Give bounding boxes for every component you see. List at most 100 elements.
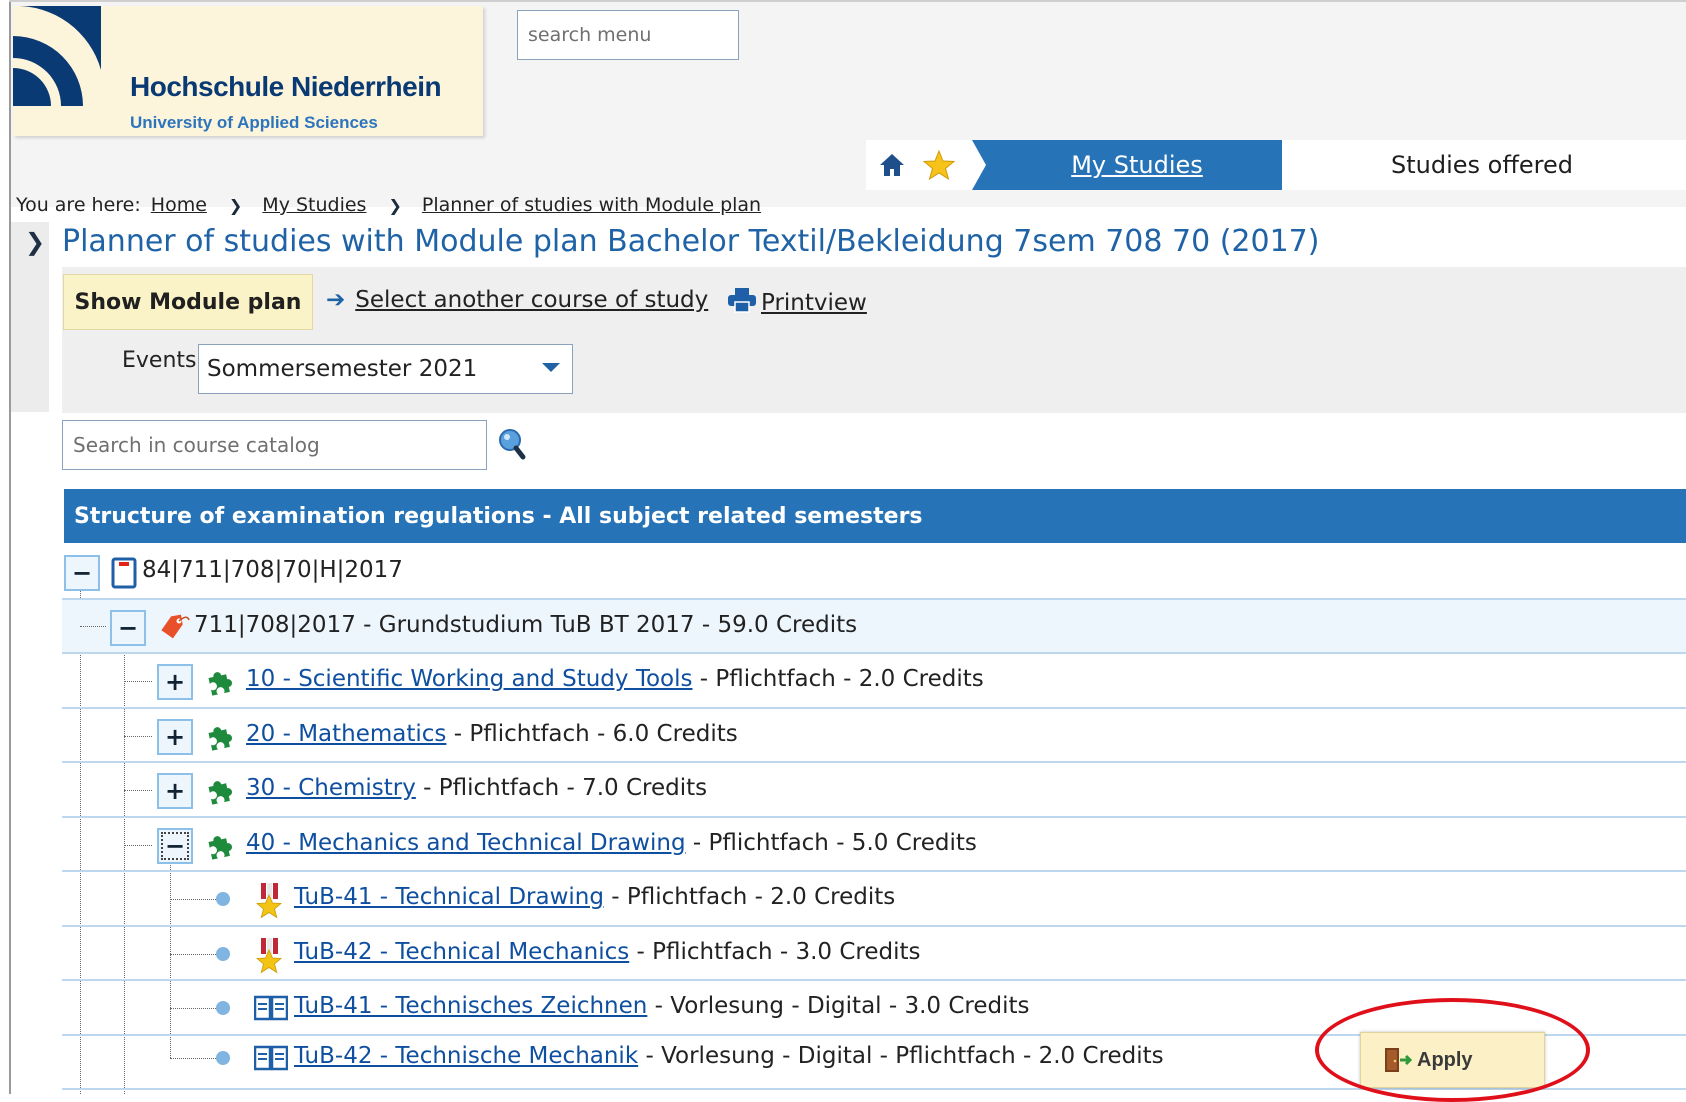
arrow-right-icon: ➔ <box>326 287 346 313</box>
course-label: TuB-42 - Technische Mechanik - Vorlesung… <box>294 1043 1164 1069</box>
book-icon <box>254 1045 288 1071</box>
course-label: TuB-41 - Technisches Zeichnen - Vorlesun… <box>294 993 1030 1019</box>
window-left-border <box>9 0 11 1094</box>
tree-line <box>80 626 106 627</box>
select-course-label[interactable]: Select another course of study <box>355 287 708 313</box>
tree-line <box>124 790 152 791</box>
tree-line <box>124 736 152 737</box>
course-details: - Vorlesung - Digital - Pflichtfach - 2.… <box>638 1043 1164 1069</box>
bullet-dot <box>216 947 230 961</box>
breadcrumb: You are here: Home ❯ My Studies ❯ Planne… <box>16 194 761 216</box>
chevron-right-icon: ❯ <box>388 195 402 215</box>
course-link[interactable]: TuB-41 - Technisches Zeichnen <box>294 993 647 1019</box>
module-link[interactable]: 30 - Chemistry <box>246 775 416 801</box>
expand-toggle[interactable]: + <box>157 664 193 700</box>
module-row: + 30 - Chemistry - Pflichtfach - 7.0 Cre… <box>62 763 1686 818</box>
module-link[interactable]: 10 - Scientific Working and Study Tools <box>246 666 692 692</box>
module-label: 30 - Chemistry - Pflichtfach - 7.0 Credi… <box>246 775 707 801</box>
module-label: 10 - Scientific Working and Study Tools … <box>246 666 984 692</box>
chevron-down-icon <box>542 363 560 372</box>
bullet-dot <box>216 1051 230 1065</box>
course-row: TuB-41 - Technical Drawing - Pflichtfach… <box>62 872 1686 927</box>
expand-toggle[interactable]: + <box>157 719 193 755</box>
module-row: + 10 - Scientific Working and Study Tool… <box>62 654 1686 709</box>
course-details: - Pflichtfach - 3.0 Credits <box>629 939 921 965</box>
module-label: 40 - Mechanics and Technical Drawing - P… <box>246 830 977 856</box>
tab-my-studies[interactable]: My Studies <box>972 140 1282 190</box>
printview-link[interactable]: Printview <box>727 287 867 316</box>
sidebar-toggle[interactable]: ❯ <box>11 222 49 412</box>
university-logo[interactable]: Hochschule Niederrhein University of App… <box>13 6 483 136</box>
module-row: − 40 - Mechanics and Technical Drawing -… <box>62 818 1686 872</box>
module-details: - Pflichtfach - 5.0 Credits <box>685 830 977 856</box>
tree-line <box>170 899 216 900</box>
breadcrumb-planner[interactable]: Planner of studies with Module plan <box>422 194 761 216</box>
breadcrumb-my-studies[interactable]: My Studies <box>262 194 366 216</box>
tree-line <box>170 1008 216 1009</box>
module-details: - Pflichtfach - 2.0 Credits <box>692 666 984 692</box>
show-module-plan-button[interactable]: Show Module plan <box>63 274 313 330</box>
main-navigation: My Studies Studies offered <box>866 140 1686 190</box>
puzzle-icon <box>208 727 232 751</box>
expand-toggle[interactable]: + <box>157 773 193 809</box>
course-link[interactable]: TuB-42 - Technical Mechanics <box>294 939 629 965</box>
select-course-link[interactable]: ➔ Select another course of study <box>326 287 708 313</box>
collapse-toggle[interactable]: − <box>157 828 193 864</box>
award-icon <box>255 938 283 974</box>
module-details: - Pflichtfach - 7.0 Credits <box>415 775 708 801</box>
menu-search-input[interactable] <box>517 10 739 60</box>
course-details: - Pflichtfach - 2.0 Credits <box>603 884 896 910</box>
collapse-toggle[interactable]: − <box>110 610 146 646</box>
events-selected-value: Sommersemester 2021 <box>207 356 478 382</box>
module-link[interactable]: 40 - Mechanics and Technical Drawing <box>246 830 686 856</box>
puzzle-icon <box>208 672 232 696</box>
module-link[interactable]: 20 - Mathematics <box>246 721 446 747</box>
tree-root-label: 84|711|708|70|H|2017 <box>142 557 403 583</box>
chevron-right-icon: ❯ <box>25 228 46 256</box>
tree-group-row: − 711|708|2017 - Grundstudium TuB BT 201… <box>62 600 1686 654</box>
tree-line <box>170 1058 216 1059</box>
tab-studies-offered[interactable]: Studies offered <box>1282 140 1682 190</box>
course-row: TuB-42 - Technical Mechanics - Pflichtfa… <box>62 927 1686 981</box>
events-semester-select[interactable]: Sommersemester 2021 <box>198 344 573 394</box>
page-title: Planner of studies with Module plan Bach… <box>62 224 1320 259</box>
star-icon[interactable] <box>922 149 956 181</box>
breadcrumb-home[interactable]: Home <box>151 194 207 216</box>
regulations-book-icon <box>111 557 137 589</box>
book-icon <box>254 995 288 1021</box>
catalog-search-input[interactable] <box>62 420 487 470</box>
module-label: 20 - Mathematics - Pflichtfach - 6.0 Cre… <box>246 721 738 747</box>
logo-title: Hochschule Niederrhein <box>130 71 442 102</box>
bullet-dot <box>216 1001 230 1015</box>
printer-icon <box>728 288 756 313</box>
structure-header: Structure of examination regulations - A… <box>64 489 1686 543</box>
events-label: Events <box>122 348 197 373</box>
tag-icon <box>161 614 190 639</box>
puzzle-icon <box>208 836 232 860</box>
course-link[interactable]: TuB-41 - Technical Drawing <box>294 884 604 910</box>
award-icon <box>255 883 283 919</box>
course-link[interactable]: TuB-42 - Technische Mechanik <box>294 1043 638 1069</box>
bullet-dot <box>216 892 230 906</box>
module-details: - Pflichtfach - 6.0 Credits <box>446 721 738 747</box>
annotation-highlight-oval <box>1315 998 1590 1102</box>
breadcrumb-prefix: You are here: <box>16 194 141 216</box>
tree-line <box>124 681 152 682</box>
tree-root-row: − 84|711|708|70|H|2017 <box>62 545 1686 600</box>
module-row: + 20 - Mathematics - Pflichtfach - 6.0 C… <box>62 709 1686 763</box>
tree-line <box>170 954 216 955</box>
collapse-toggle[interactable]: − <box>64 555 100 591</box>
chevron-right-icon: ❯ <box>228 195 243 215</box>
search-icon[interactable] <box>497 427 527 461</box>
course-label: TuB-41 - Technical Drawing - Pflichtfach… <box>294 884 895 910</box>
course-details: - Vorlesung - Digital - 3.0 Credits <box>647 993 1030 1019</box>
logo-subtitle: University of Applied Sciences <box>130 113 378 132</box>
tree-group-label: 711|708|2017 - Grundstudium TuB BT 2017 … <box>194 612 858 638</box>
puzzle-icon <box>208 781 232 805</box>
window-top-border <box>9 0 1686 2</box>
course-label: TuB-42 - Technical Mechanics - Pflichtfa… <box>294 939 921 965</box>
printview-label[interactable]: Printview <box>761 290 867 316</box>
tree-line <box>124 845 152 846</box>
logo-arcs-icon <box>13 6 125 106</box>
home-icon[interactable] <box>878 152 906 178</box>
